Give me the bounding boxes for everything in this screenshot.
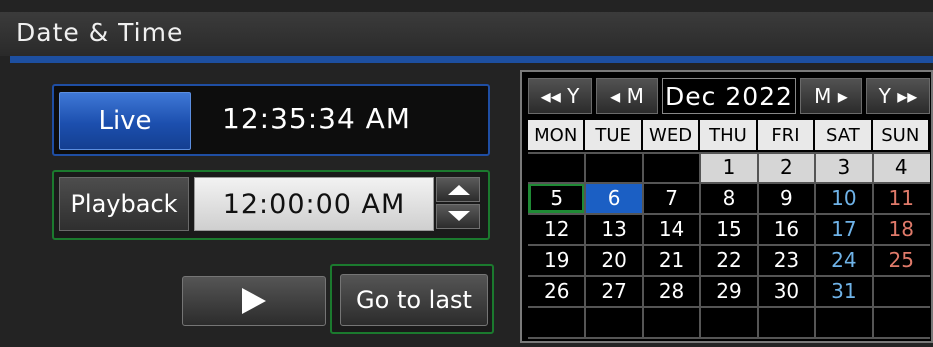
time-increment-button[interactable] bbox=[436, 177, 480, 202]
next-year-button[interactable]: Y ▸▸ bbox=[866, 78, 930, 114]
day-2[interactable]: 2 bbox=[757, 152, 816, 182]
next-month-button[interactable]: M ▸ bbox=[800, 78, 862, 114]
empty-day-cell bbox=[700, 307, 757, 337]
empty-day-cell bbox=[585, 152, 642, 182]
day-14[interactable]: 14 bbox=[643, 214, 700, 244]
day-26[interactable]: 26 bbox=[528, 276, 585, 306]
weekday-sun: SUN bbox=[872, 120, 930, 150]
empty-day-cell bbox=[758, 307, 815, 337]
calendar-week-row: 19 20 21 22 23 24 25 bbox=[528, 245, 930, 275]
day-1[interactable]: 1 bbox=[700, 152, 758, 182]
calendar-week-row bbox=[528, 307, 930, 337]
day-25[interactable]: 25 bbox=[873, 245, 930, 275]
day-20[interactable]: 20 bbox=[585, 245, 642, 275]
calendar-week-row: 1234 bbox=[528, 152, 930, 182]
date-time-window: Date & Time Live 12:35:34 AM Playback 12… bbox=[0, 0, 933, 347]
day-4[interactable]: 4 bbox=[872, 152, 930, 182]
month-year-label: Dec 2022 bbox=[662, 78, 796, 114]
day-16[interactable]: 16 bbox=[758, 214, 815, 244]
day-22[interactable]: 22 bbox=[700, 245, 757, 275]
prev-year-button[interactable]: ◂◂ Y bbox=[528, 78, 592, 114]
weekday-sat: SAT bbox=[815, 120, 873, 150]
calendar-week-row: 26 27 28 29 30 31 bbox=[528, 276, 930, 306]
go-to-last-focus-frame: Go to last bbox=[330, 264, 494, 334]
weekday-mon: MON bbox=[528, 120, 586, 150]
day-30[interactable]: 30 bbox=[758, 276, 815, 306]
playback-time-field[interactable]: 12:00:00 AM bbox=[194, 177, 434, 231]
day-21[interactable]: 21 bbox=[643, 245, 700, 275]
arrow-up-icon bbox=[448, 185, 470, 195]
empty-day-cell bbox=[873, 307, 930, 337]
weekday-fri: FRI bbox=[757, 120, 816, 150]
empty-day-cell bbox=[873, 276, 930, 306]
playback-panel: Playback 12:00:00 AM bbox=[52, 170, 490, 240]
calendar-week-row: 12 13 14 15 16 17 18 bbox=[528, 214, 930, 244]
title-bar: Date & Time bbox=[0, 12, 933, 56]
play-icon bbox=[242, 288, 266, 314]
day-7[interactable]: 7 bbox=[643, 183, 700, 213]
day-5[interactable]: 5 bbox=[528, 183, 586, 213]
day-8[interactable]: 8 bbox=[700, 183, 757, 213]
day-18[interactable]: 18 bbox=[873, 214, 930, 244]
day-13[interactable]: 13 bbox=[585, 214, 642, 244]
weekday-wed: WED bbox=[642, 120, 701, 150]
empty-day-cell bbox=[528, 152, 585, 182]
live-time-display: 12:35:34 AM bbox=[222, 102, 411, 135]
day-10[interactable]: 10 bbox=[815, 183, 872, 213]
play-button[interactable] bbox=[182, 276, 326, 326]
playback-button[interactable]: Playback bbox=[59, 177, 189, 231]
grid-hline bbox=[528, 337, 930, 339]
day-31[interactable]: 31 bbox=[815, 276, 872, 306]
day-19[interactable]: 19 bbox=[528, 245, 585, 275]
title-divider bbox=[10, 56, 933, 63]
day-27[interactable]: 27 bbox=[585, 276, 642, 306]
live-panel: Live 12:35:34 AM bbox=[52, 84, 490, 156]
time-stepper bbox=[436, 177, 480, 229]
day-24[interactable]: 24 bbox=[815, 245, 872, 275]
empty-day-cell bbox=[643, 152, 700, 182]
day-6[interactable]: 6 bbox=[585, 183, 643, 213]
calendar-week-row: 5 6 7 8 9 10 11 bbox=[528, 183, 930, 213]
prev-month-button[interactable]: ◂ M bbox=[596, 78, 658, 114]
live-button[interactable]: Live bbox=[59, 92, 191, 150]
calendar: ◂◂ Y ◂ M Dec 2022 M ▸ Y ▸▸ MON TUE WED THU F… bbox=[520, 70, 933, 343]
day-29[interactable]: 29 bbox=[700, 276, 757, 306]
empty-day-cell bbox=[815, 307, 872, 337]
time-decrement-button[interactable] bbox=[436, 204, 480, 229]
weekday-header: MON TUE WED THU FRI SAT SUN bbox=[528, 120, 930, 150]
weekday-tue: TUE bbox=[585, 120, 643, 150]
arrow-down-icon bbox=[448, 211, 470, 221]
day-11[interactable]: 11 bbox=[873, 183, 930, 213]
day-15[interactable]: 15 bbox=[700, 214, 757, 244]
window-title: Date & Time bbox=[16, 18, 184, 47]
go-to-last-button[interactable]: Go to last bbox=[340, 274, 488, 326]
empty-day-cell bbox=[528, 307, 585, 337]
weekday-thu: THU bbox=[700, 120, 758, 150]
day-12[interactable]: 12 bbox=[528, 214, 585, 244]
day-23[interactable]: 23 bbox=[758, 245, 815, 275]
day-3[interactable]: 3 bbox=[815, 152, 873, 182]
empty-day-cell bbox=[585, 307, 642, 337]
day-28[interactable]: 28 bbox=[643, 276, 700, 306]
day-17[interactable]: 17 bbox=[815, 214, 872, 244]
empty-day-cell bbox=[643, 307, 700, 337]
day-9[interactable]: 9 bbox=[758, 183, 815, 213]
